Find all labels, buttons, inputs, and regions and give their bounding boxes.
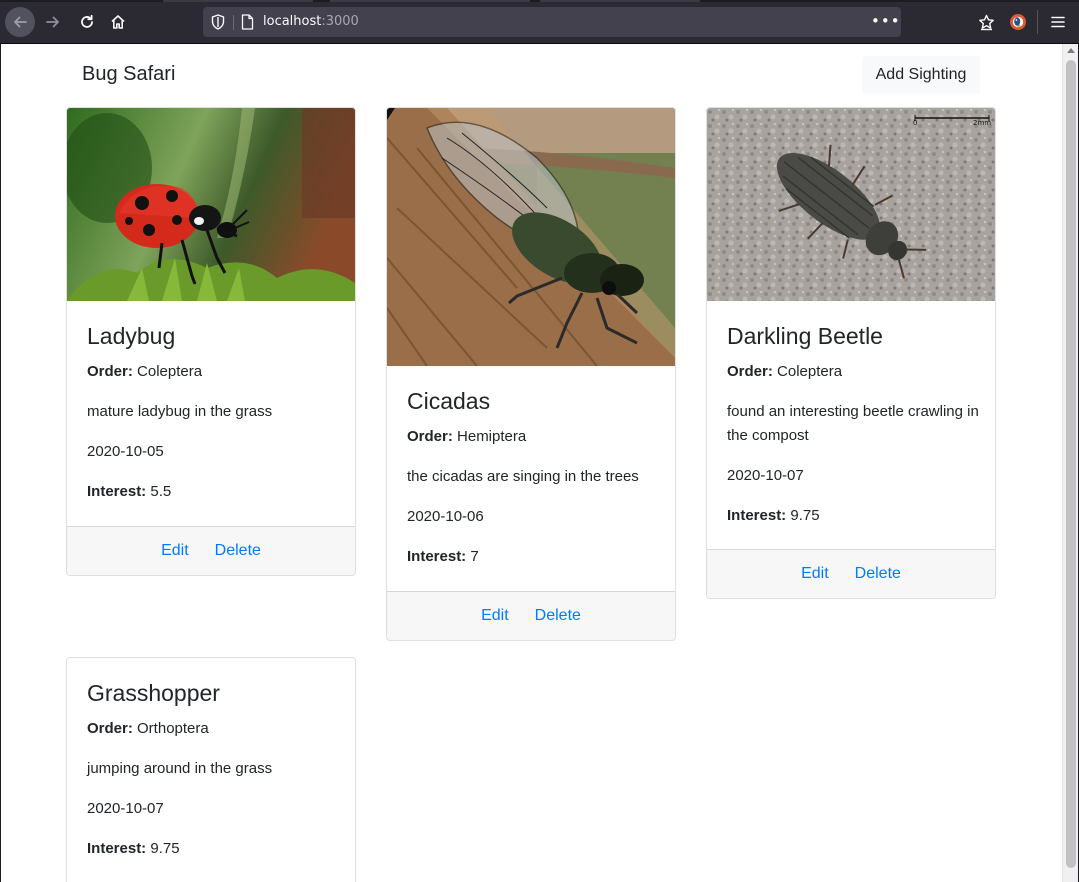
interest-line: Interest: 9.75 <box>87 840 180 857</box>
description: found an interesting beetle crawling in … <box>727 403 979 444</box>
card-title: Cicadas <box>407 388 491 414</box>
interest-line: Interest: 7 <box>407 548 479 565</box>
bug-card: Cicadas Order: Hemiptera the cicadas are… <box>386 107 676 641</box>
add-sighting-button[interactable]: Add Sighting <box>862 56 980 94</box>
interest-line: Interest: 5.5 <box>87 483 172 500</box>
duckduckgo-extension-button[interactable] <box>1005 9 1031 35</box>
home-button[interactable] <box>103 7 133 37</box>
edit-link[interactable]: Edit <box>161 542 189 559</box>
shield-icon[interactable] <box>211 14 225 30</box>
scale-label-zero: 0 <box>913 119 917 127</box>
date: 2020-10-05 <box>87 443 164 460</box>
page-icon[interactable] <box>241 14 254 30</box>
forward-button[interactable] <box>38 7 68 37</box>
bug-card: Grasshopper Order: Orthoptera jumping ar… <box>66 657 356 882</box>
scale-label-max: 2mm <box>973 119 991 127</box>
tab-strip <box>0 0 1079 2</box>
order-line: Order: Hemiptera <box>407 428 527 445</box>
app-menu-button[interactable] <box>1045 9 1071 35</box>
edit-link[interactable]: Edit <box>801 565 829 582</box>
page-actions-menu[interactable]: ••• <box>871 11 900 33</box>
card-footer: Edit Delete <box>387 591 675 640</box>
browser-toolbar: localhost:3000 ••• <box>0 0 1079 44</box>
description: the cicadas are singing in the trees <box>407 468 639 485</box>
description: mature ladybug in the grass <box>87 403 273 420</box>
card-title: Grasshopper <box>87 680 220 706</box>
delete-link[interactable]: Delete <box>535 607 581 624</box>
bookmarks-button[interactable] <box>973 9 999 35</box>
cicada-photo <box>387 108 675 366</box>
vertical-scrollbar[interactable] <box>1062 44 1078 882</box>
bug-card: 0 2mm Darkling Beetle Order: Coleptera f… <box>706 107 996 599</box>
navbar-brand[interactable]: Bug Safari <box>82 62 175 86</box>
interest-line: Interest: 9.75 <box>727 507 820 524</box>
description: jumping around in the grass <box>87 760 273 777</box>
url-bar[interactable]: localhost:3000 ••• <box>203 7 901 37</box>
order-line: Order: Orthoptera <box>87 720 209 737</box>
reload-button[interactable] <box>72 7 102 37</box>
home-icon <box>111 15 125 29</box>
card-footer: Edit Delete <box>707 549 995 598</box>
scrollbar-thumb[interactable] <box>1066 60 1076 868</box>
arrow-right-icon <box>46 16 59 28</box>
scroll-up-arrow-icon[interactable] <box>1067 48 1075 53</box>
order-line: Order: Coleptera <box>87 363 203 380</box>
back-button[interactable] <box>5 7 35 37</box>
reload-icon <box>81 14 93 28</box>
card-footer: Edit Delete <box>67 526 355 575</box>
star-icon <box>978 14 994 30</box>
duckduckgo-icon <box>1010 14 1026 30</box>
order-line: Order: Coleptera <box>727 363 843 380</box>
date: 2020-10-06 <box>407 508 484 525</box>
date: 2020-10-07 <box>87 800 164 817</box>
edit-link[interactable]: Edit <box>481 607 509 624</box>
bug-card: Ladybug Order: Coleptera mature ladybug … <box>66 107 356 576</box>
arrow-left-icon <box>14 16 27 28</box>
date: 2020-10-07 <box>727 467 804 484</box>
hamburger-menu-icon <box>1051 16 1065 28</box>
delete-link[interactable]: Delete <box>215 542 261 559</box>
page-viewport: Bug Safari Add Sighting Ladybug Order: C… <box>1 44 1062 882</box>
ladybug-photo <box>67 108 355 301</box>
url-text[interactable]: localhost:3000 <box>263 13 359 31</box>
darkling-beetle-photo: 0 2mm <box>707 108 995 301</box>
card-title: Darkling Beetle <box>727 323 883 349</box>
card-title: Ladybug <box>87 323 176 349</box>
delete-link[interactable]: Delete <box>855 565 901 582</box>
